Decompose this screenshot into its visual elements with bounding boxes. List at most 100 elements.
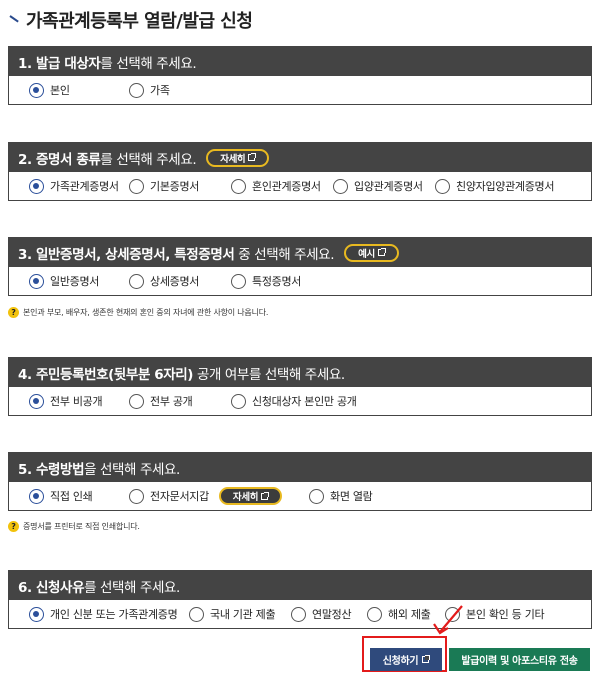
- section-heading-rest: 를 선택해 주세요.: [84, 579, 180, 596]
- section-heading-rest: 을 선택해 주세요.: [84, 461, 180, 478]
- radio-option-screen-view[interactable]: 화면 열람: [309, 488, 373, 504]
- radio-button[interactable]: [309, 488, 324, 504]
- help-note: ? 본인과 부모, 배우자, 생존한 현재의 혼인 중의 자녀에 관한 사항이 …: [8, 307, 268, 318]
- radio-label: 혼인관계증명서: [252, 180, 321, 193]
- radio-label: 특정증명서: [252, 275, 302, 288]
- radio-option-self[interactable]: 본인: [29, 82, 129, 98]
- section-reason: 6. 신청사유를 선택해 주세요. 개인 신분 또는 가족관계증명 국내 기관 …: [8, 570, 592, 629]
- radio-label: 일반증명서: [50, 275, 100, 288]
- radio-button[interactable]: [129, 82, 144, 98]
- section-heading-rest: 를 선택해 주세요.: [100, 151, 197, 168]
- external-link-icon: [422, 655, 431, 663]
- section-heading-rest: 공개 여부를 선택해 주세요.: [193, 366, 345, 383]
- radio-button[interactable]: [29, 488, 44, 504]
- radio-button[interactable]: [29, 393, 44, 409]
- radio-label: 친양자입양관계증명서: [456, 180, 555, 193]
- radio-button[interactable]: [29, 606, 44, 622]
- help-note: ? 증명서를 프린터로 직접 인쇄합니다.: [8, 521, 140, 532]
- page-title: 가족관계등록부 열람/발급 신청: [8, 7, 253, 33]
- example-button[interactable]: 예시: [344, 243, 399, 262]
- radio-button[interactable]: [367, 606, 382, 622]
- help-note-text: 증명서를 프린터로 직접 인쇄합니다.: [23, 522, 140, 531]
- annotation-arrow-icon: [433, 605, 463, 635]
- section-receipt-method: 5. 수령방법을 선택해 주세요. 직접 인쇄 전자문서지갑 자세히 화면 열람: [8, 452, 592, 511]
- radio-option-direct-print[interactable]: 직접 인쇄: [29, 488, 129, 504]
- radio-option-e-wallet[interactable]: 전자문서지갑 자세히: [129, 487, 309, 505]
- section-heading-bold: 6. 신청사유: [18, 579, 85, 596]
- radio-option-adoption[interactable]: 입양관계증명서: [333, 178, 435, 194]
- radio-label: 상세증명서: [150, 275, 200, 288]
- apply-button[interactable]: 신청하기: [370, 648, 442, 671]
- section-certificate-detail-level: 3. 일반증명서, 상세증명서, 특정증명서 중 선택해 주세요. 예시 일반증…: [8, 237, 592, 296]
- radio-group-disclosure: 전부 비공개 전부 공개 신청대상자 본인만 공개: [9, 387, 591, 415]
- radio-label: 입양관계증명서: [354, 180, 423, 193]
- radio-option-detailed[interactable]: 상세증명서: [129, 273, 231, 289]
- send-button-label: 발급이력 및 아포스티유 전송: [461, 656, 578, 667]
- radio-label: 화면 열람: [330, 490, 373, 503]
- radio-button[interactable]: [435, 178, 450, 194]
- radio-option-self-only-public[interactable]: 신청대상자 본인만 공개: [231, 393, 357, 409]
- radio-button[interactable]: [129, 393, 144, 409]
- send-history-apostille-button[interactable]: 발급이력 및 아포스티유 전송: [449, 648, 590, 671]
- section-resident-number: 4. 주민등록번호(뒷부분 6자리) 공개 여부를 선택해 주세요. 전부 비공…: [8, 357, 592, 416]
- radio-button[interactable]: [231, 178, 246, 194]
- section-heading-rest: 중 선택해 주세요.: [234, 246, 335, 263]
- radio-button[interactable]: [291, 606, 306, 622]
- radio-button[interactable]: [333, 178, 348, 194]
- detail-button-label: 자세히: [220, 153, 246, 165]
- radio-group-certificate: 가족관계증명서 기본증명서 혼인관계증명서 입양관계증명서 친양자입양관계증명서: [9, 172, 591, 200]
- radio-button[interactable]: [129, 273, 144, 289]
- section-heading-bold: 2. 증명서 종류: [18, 151, 101, 168]
- radio-option-domestic[interactable]: 국내 기관 제출: [189, 606, 291, 622]
- section-header: 1. 발급 대상자를 선택해 주세요.: [9, 47, 591, 76]
- radio-label: 가족관계증명서: [50, 180, 119, 193]
- radio-option-basic[interactable]: 기본증명서: [129, 178, 231, 194]
- radio-button[interactable]: [29, 178, 44, 194]
- question-icon: ?: [8, 307, 19, 318]
- detail-button[interactable]: 자세히: [218, 487, 283, 505]
- external-link-icon: [377, 248, 386, 256]
- radio-button[interactable]: [129, 488, 144, 504]
- radio-label: 전부 공개: [150, 395, 193, 408]
- radio-option-full-adoption[interactable]: 친양자입양관계증명서: [435, 178, 555, 194]
- radio-button[interactable]: [29, 82, 44, 98]
- radio-label: 개인 신분 또는 가족관계증명: [50, 608, 178, 621]
- example-button-label: 예시: [358, 248, 375, 260]
- title-marker-icon: [8, 15, 20, 25]
- radio-option-marriage[interactable]: 혼인관계증명서: [231, 178, 333, 194]
- radio-button[interactable]: [29, 273, 44, 289]
- radio-label: 전부 비공개: [50, 395, 103, 408]
- section-target: 1. 발급 대상자를 선택해 주세요. 본인 가족: [8, 46, 592, 105]
- radio-option-specific[interactable]: 특정증명서: [231, 273, 301, 289]
- radio-option-general[interactable]: 일반증명서: [29, 273, 129, 289]
- radio-button[interactable]: [231, 273, 246, 289]
- external-link-icon: [248, 153, 257, 161]
- radio-button[interactable]: [231, 393, 246, 409]
- question-icon: ?: [8, 521, 19, 532]
- section-header: 2. 증명서 종류를 선택해 주세요. 자세히: [9, 143, 591, 172]
- radio-option-all-public[interactable]: 전부 공개: [129, 393, 231, 409]
- apply-button-label: 신청하기: [382, 656, 419, 667]
- detail-button-label: 자세히: [232, 492, 259, 503]
- radio-group-detail-level: 일반증명서 상세증명서 특정증명서: [9, 267, 591, 295]
- radio-label: 가족: [150, 84, 170, 97]
- radio-option-year-end[interactable]: 연말정산: [291, 606, 367, 622]
- radio-option-all-private[interactable]: 전부 비공개: [29, 393, 129, 409]
- section-header: 4. 주민등록번호(뒷부분 6자리) 공개 여부를 선택해 주세요.: [9, 358, 591, 387]
- section-header: 5. 수령방법을 선택해 주세요.: [9, 453, 591, 482]
- radio-option-family-relation[interactable]: 가족관계증명서: [29, 178, 129, 194]
- section-heading-bold: 5. 수령방법: [18, 461, 85, 478]
- radio-option-family[interactable]: 가족: [129, 82, 170, 98]
- section-header: 3. 일반증명서, 상세증명서, 특정증명서 중 선택해 주세요. 예시: [9, 238, 591, 267]
- section-heading-bold: 1. 발급 대상자: [18, 55, 101, 72]
- detail-button[interactable]: 자세히: [206, 148, 270, 167]
- radio-label: 전자문서지갑: [150, 490, 209, 503]
- radio-button[interactable]: [189, 606, 204, 622]
- external-link-icon: [261, 491, 270, 500]
- radio-button[interactable]: [129, 178, 144, 194]
- radio-option-identity-family[interactable]: 개인 신분 또는 가족관계증명: [29, 606, 189, 622]
- page-title-text: 가족관계등록부 열람/발급 신청: [26, 11, 253, 32]
- radio-label: 직접 인쇄: [50, 490, 93, 503]
- radio-group-receipt: 직접 인쇄 전자문서지갑 자세히 화면 열람: [9, 482, 591, 510]
- radio-label: 신청대상자 본인만 공개: [252, 395, 357, 408]
